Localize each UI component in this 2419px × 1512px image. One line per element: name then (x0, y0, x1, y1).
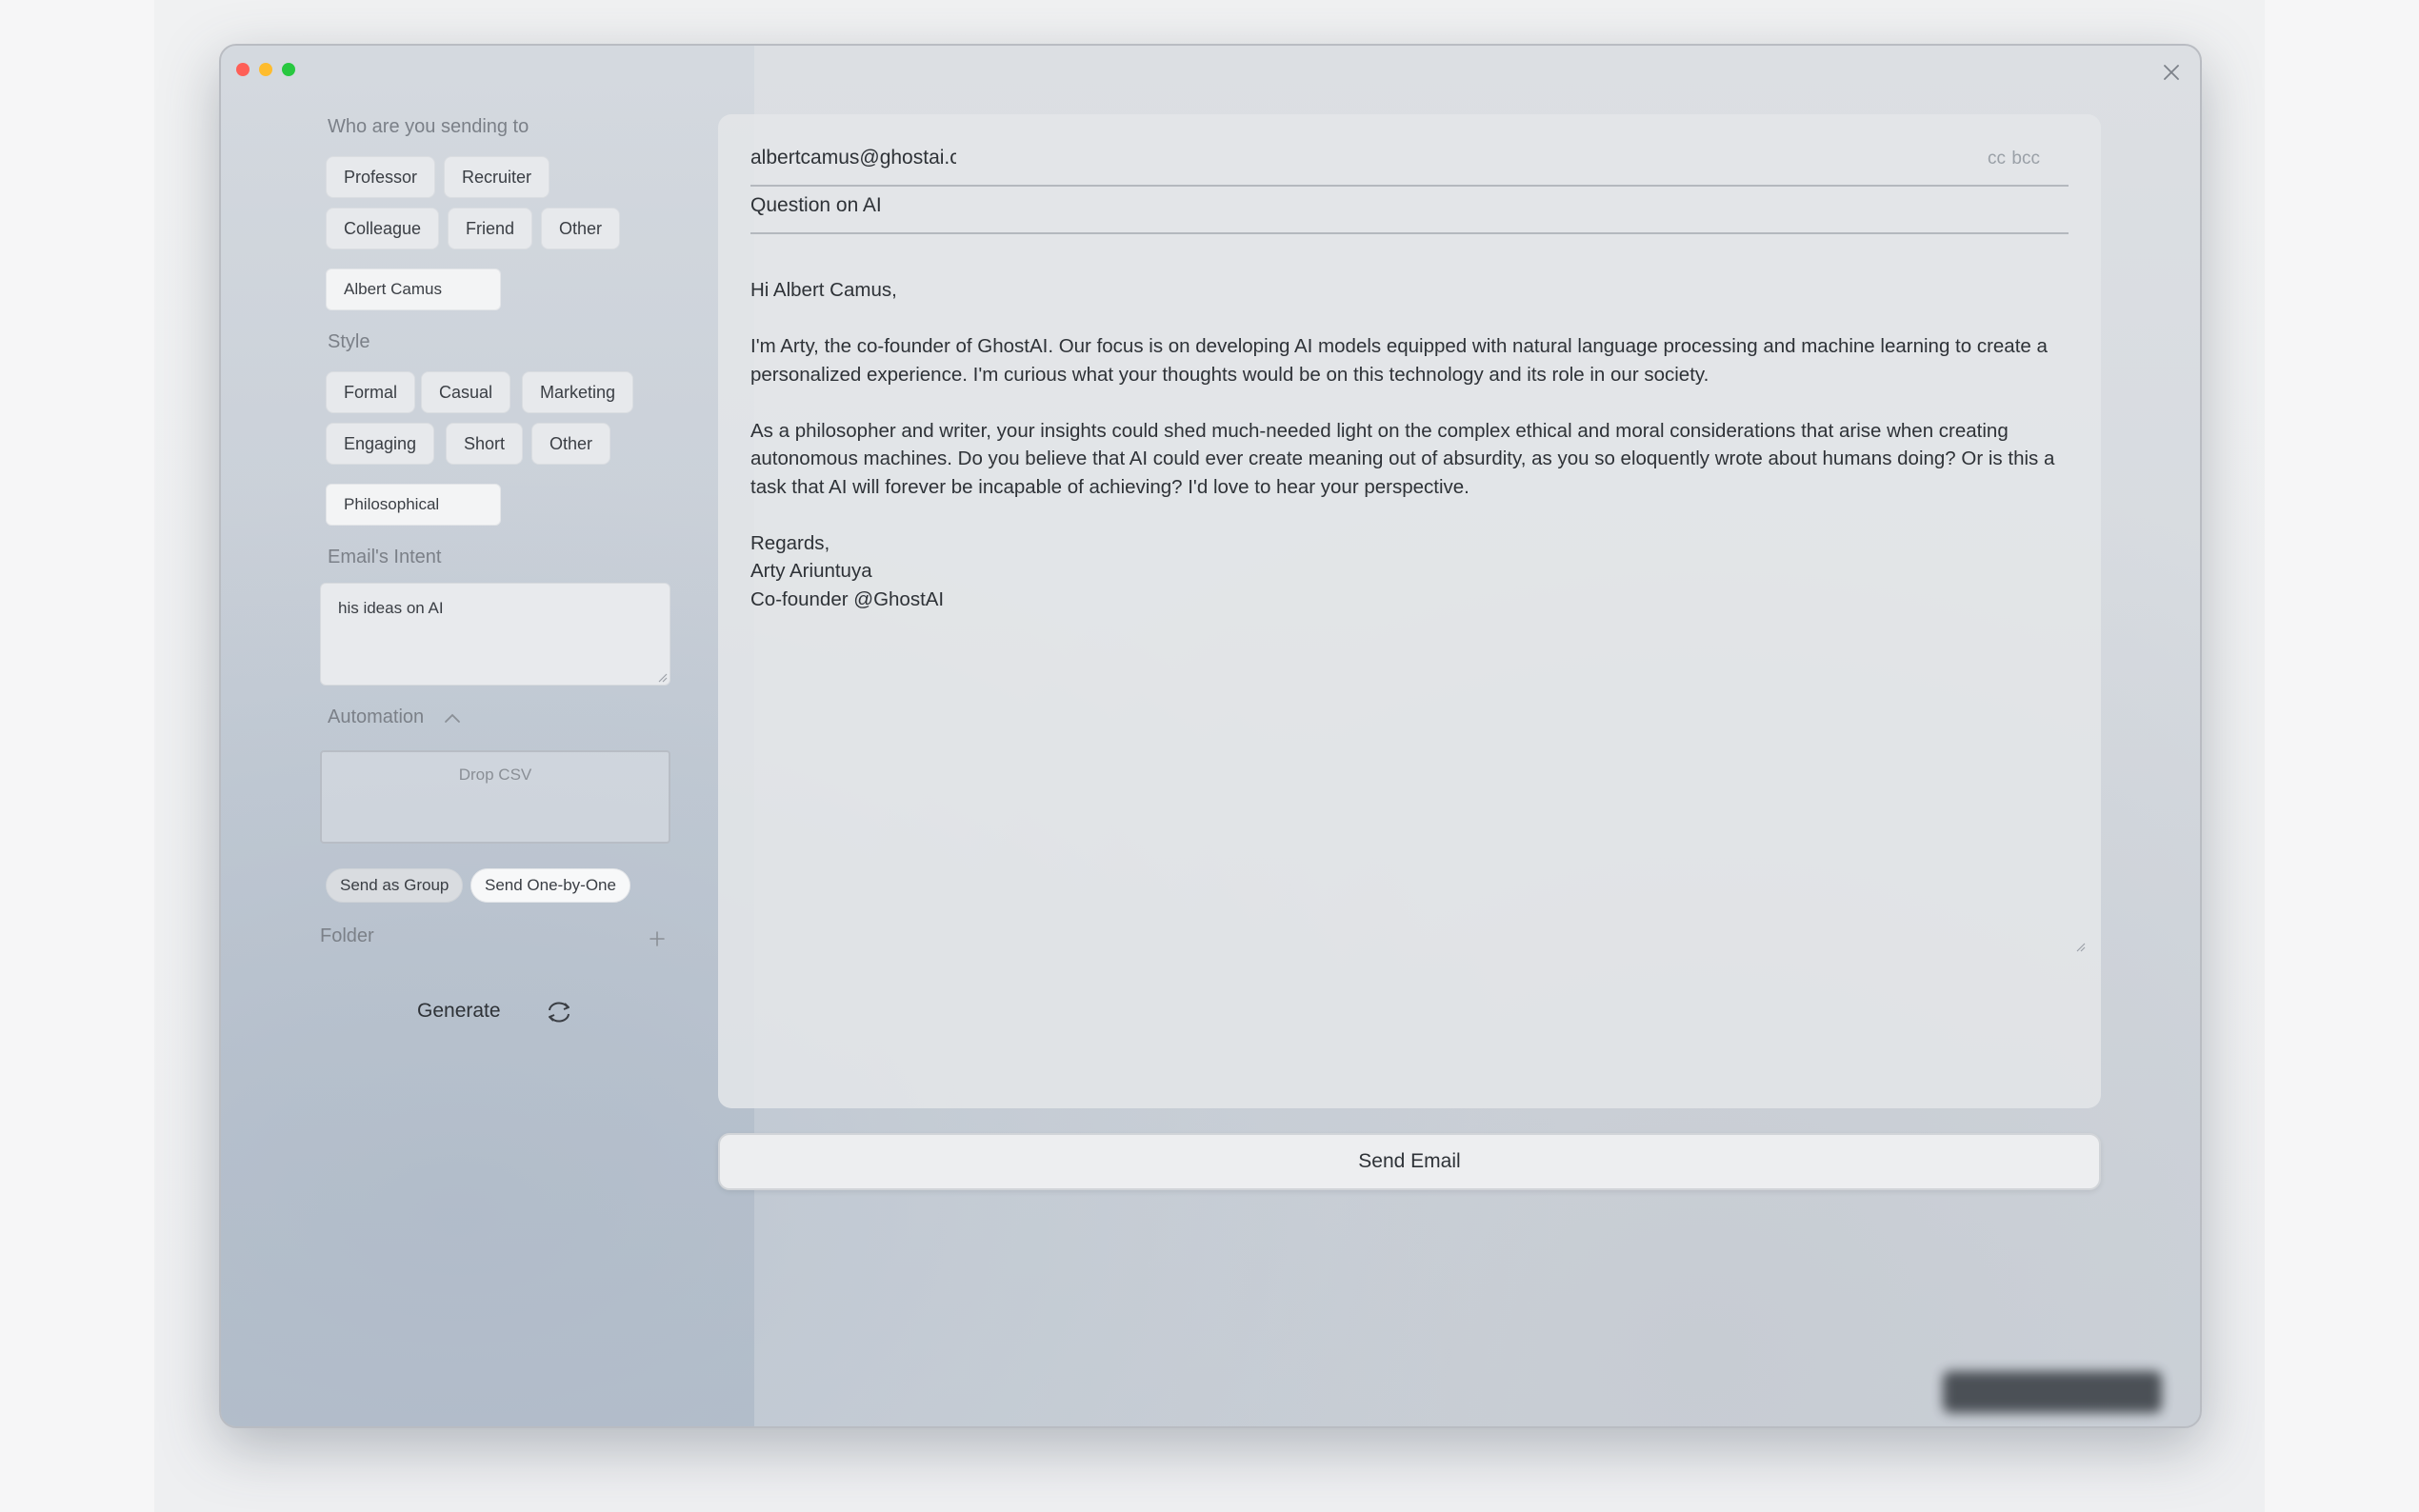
style-chip-formal[interactable]: Formal (326, 371, 416, 413)
sidebar-panel (221, 46, 754, 1426)
bcc-button[interactable]: bcc (2011, 149, 2040, 169)
style-chip-engaging[interactable]: Engaging (326, 423, 435, 465)
recipient-chip-colleague[interactable]: Colleague (326, 208, 440, 249)
recipient-chip-friend[interactable]: Friend (448, 208, 533, 249)
email-paragraph-1: I'm Arty, the co-founder of GhostAI. Our… (750, 335, 2048, 386)
email-body-textarea[interactable]: Hi Albert Camus, I'm Arty, the co-founde… (750, 276, 2069, 954)
subject-input[interactable]: Question on AI (750, 194, 2069, 234)
recipient-chip-other[interactable]: Other (541, 208, 621, 249)
email-greeting: Hi Albert Camus, (750, 279, 897, 301)
intent-textarea[interactable]: his ideas on AI (320, 583, 670, 686)
to-input[interactable]: albertcamus@ghostai.co (750, 147, 956, 169)
folder-label: Folder (320, 925, 374, 946)
resize-grip-icon[interactable] (2074, 941, 2086, 952)
email-paragraph-2: As a philosopher and writer, your insigh… (750, 419, 2055, 498)
drop-csv-label: Drop CSV (458, 766, 532, 784)
intent-section-label: Email's Intent (328, 547, 442, 567)
close-window-button[interactable] (236, 63, 250, 76)
csv-drop-zone[interactable]: Drop CSV (320, 750, 670, 844)
minimize-window-button[interactable] (259, 63, 272, 76)
generate-button[interactable]: Generate (417, 1000, 501, 1023)
chevron-up-icon[interactable] (444, 712, 461, 724)
recipient-chip-professor[interactable]: Professor (326, 156, 436, 198)
send-as-group-toggle[interactable]: Send as Group (326, 868, 464, 903)
email-signoff: Regards, (750, 531, 830, 554)
style-section-label: Style (328, 331, 370, 352)
close-icon[interactable] (2158, 59, 2185, 86)
window-controls (236, 63, 295, 76)
recipient-name-input[interactable]: Albert Camus (326, 269, 501, 310)
blurred-background-element (1943, 1371, 2162, 1413)
email-signature-title: Co-founder @GhostAI (750, 587, 945, 610)
email-signature-name: Arty Ariuntuya (750, 560, 872, 582)
cc-button[interactable]: cc (1988, 149, 2006, 169)
custom-style-input[interactable]: Philosophical (326, 484, 501, 526)
app-window: Who are you sending to Professor Recruit… (219, 44, 2202, 1428)
add-folder-icon[interactable] (648, 929, 667, 948)
style-chip-marketing[interactable]: Marketing (522, 371, 634, 413)
automation-section-label[interactable]: Automation (328, 706, 424, 728)
email-editor-panel: albertcamus@ghostai.co cc bcc Question o… (718, 114, 2101, 1108)
recipient-chip-recruiter[interactable]: Recruiter (444, 156, 550, 198)
recipient-section-label: Who are you sending to (328, 116, 530, 137)
refresh-icon[interactable] (545, 1000, 573, 1025)
style-chip-short[interactable]: Short (446, 423, 524, 465)
to-field-row: albertcamus@ghostai.co cc bcc (750, 147, 2069, 187)
resize-grip-icon[interactable] (656, 671, 668, 683)
style-chip-casual[interactable]: Casual (421, 371, 511, 413)
style-chip-other[interactable]: Other (531, 423, 611, 465)
maximize-window-button[interactable] (282, 63, 295, 76)
send-one-by-one-toggle[interactable]: Send One-by-One (470, 868, 630, 903)
intent-text: his ideas on AI (338, 599, 444, 617)
send-email-button[interactable]: Send Email (718, 1133, 2101, 1190)
